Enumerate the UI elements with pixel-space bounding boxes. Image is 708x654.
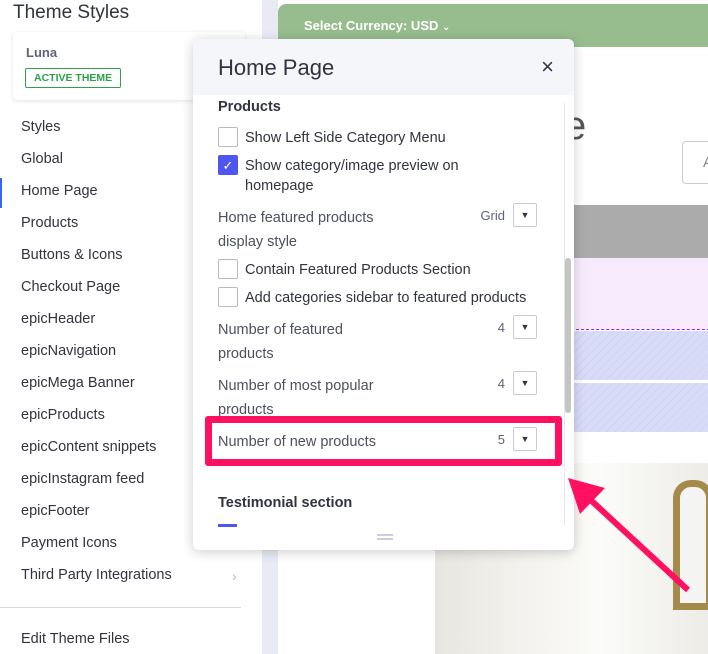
sidebar-item-epicproducts[interactable]: epicProducts	[21, 407, 105, 423]
featured-style-value: Grid	[480, 208, 505, 223]
scrollbar-thumb[interactable]	[565, 258, 571, 413]
active-indicator	[0, 178, 2, 208]
num-featured-value: 4	[497, 320, 505, 335]
home-page-modal: Home Page × Products Show Left Side Cate…	[193, 39, 574, 550]
sidebar-item-checkout-page[interactable]: Checkout Page	[21, 279, 120, 295]
featured-style-dropdown[interactable]: ▼	[513, 203, 537, 227]
active-theme-badge: ACTIVE THEME	[25, 68, 122, 88]
tab-indicator	[218, 524, 237, 527]
num-popular-value: 4	[497, 376, 505, 391]
section-testimonial: Testimonial section	[218, 495, 353, 511]
show-left-menu-checkbox[interactable]	[218, 127, 238, 147]
arrow-annotation-icon	[568, 478, 691, 593]
sidebar-item-buttons-icons[interactable]: Buttons & Icons	[21, 247, 123, 263]
num-featured-dropdown[interactable]: ▼	[513, 315, 537, 339]
modal-header: Home Page ×	[193, 39, 574, 95]
sidebar-item-epicinstagram-feed[interactable]: epicInstagram feed	[21, 471, 144, 487]
sidebar-item-styles[interactable]: Styles	[21, 119, 61, 135]
sidebar-item-products[interactable]: Products	[21, 215, 78, 231]
contain-featured-checkbox[interactable]	[218, 259, 238, 279]
sidebar-item-epiccontent-snippets[interactable]: epicContent snippets	[21, 439, 156, 455]
sidebar-item-payment-icons[interactable]: Payment Icons	[21, 535, 117, 551]
sidebar-item-third-party-integrations[interactable]: Third Party Integrations	[21, 567, 172, 583]
add-sidebar-checkbox[interactable]	[218, 287, 238, 307]
close-icon[interactable]: ×	[541, 54, 554, 80]
modal-title: Home Page	[218, 55, 335, 80]
show-left-menu-label: Show Left Side Category Menu	[245, 130, 446, 146]
sidebar-item-home-page[interactable]: Home Page	[21, 183, 98, 199]
sidebar-item-global[interactable]: Global	[21, 151, 63, 167]
num-popular-label: Number of most popular products	[218, 378, 374, 418]
divider	[0, 607, 241, 608]
currency-label: Select Currency: USD	[304, 18, 439, 33]
chevron-right-icon[interactable]: ›	[232, 568, 237, 584]
sidebar-item-epicheader[interactable]: epicHeader	[21, 311, 95, 327]
highlight-box	[205, 416, 562, 466]
sidebar-item-epicnavigation[interactable]: epicNavigation	[21, 343, 116, 359]
sidebar-item-epicfooter[interactable]: epicFooter	[21, 503, 90, 519]
show-preview-checkbox[interactable]: ✓	[218, 155, 238, 175]
sidebar-title: Theme Styles	[13, 2, 130, 23]
add-sidebar-label: Add categories sidebar to featured produ…	[245, 290, 527, 306]
num-popular-dropdown[interactable]: ▼	[513, 371, 537, 395]
chevron-down-icon: ⌄	[442, 22, 451, 33]
section-products: Products	[218, 99, 281, 115]
sidebar-item-edit-theme-files[interactable]: Edit Theme Files	[21, 631, 130, 647]
theme-name: Luna	[26, 45, 58, 60]
num-featured-label: Number of featured products	[218, 322, 343, 362]
show-preview-label: Show category/image preview on homepage	[245, 158, 459, 194]
featured-style-label: Home featured products display style	[218, 210, 374, 250]
search-input[interactable]: A	[682, 141, 708, 184]
resize-handle-icon[interactable]	[377, 534, 393, 540]
contain-featured-label: Contain Featured Products Section	[245, 262, 471, 278]
sidebar-item-epicmega-banner[interactable]: epicMega Banner	[21, 375, 135, 391]
